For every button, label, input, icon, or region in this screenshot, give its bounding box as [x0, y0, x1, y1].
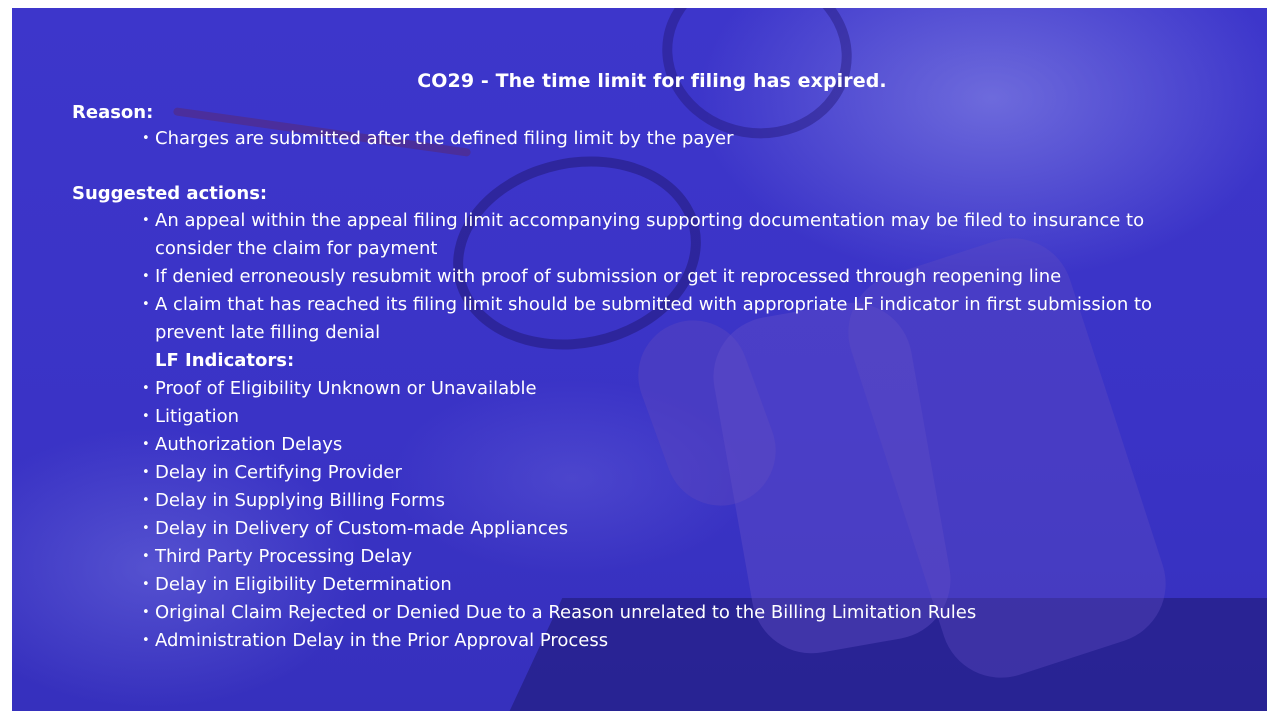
bullet-icon: •	[142, 213, 150, 228]
bullet-icon: •	[142, 437, 150, 452]
bullet-icon: •	[142, 605, 150, 620]
bullet-icon: •	[142, 131, 150, 146]
bullet-icon: •	[142, 269, 150, 284]
suggested-actions-list: • An appeal within the appeal filing limi…	[140, 207, 1220, 655]
slide-content: CO29 - The time limit for filing has exp…	[12, 8, 1267, 711]
bullet-icon: •	[142, 549, 150, 564]
slide: CO29 - The time limit for filing has exp…	[12, 8, 1267, 711]
lf-indicator-item: • Delay in Supplying Billing Forms	[140, 487, 1220, 515]
reason-heading: Reason:	[72, 102, 154, 123]
lf-indicator-item: • Administration Delay in the Prior Appro…	[140, 627, 1220, 655]
bullet-icon: •	[142, 297, 150, 312]
slide-title: CO29 - The time limit for filing has exp…	[417, 70, 887, 92]
bullet-icon: •	[142, 577, 150, 592]
lf-indicator-item: • Proof of Eligibility Unknown or Unavail…	[140, 375, 1220, 403]
list-item: • A claim that has reached its filing lim…	[140, 291, 1220, 347]
lf-indicator-item: • Third Party Processing Delay	[140, 543, 1220, 571]
bullet-icon: •	[142, 465, 150, 480]
bullet-icon: •	[142, 633, 150, 648]
bullet-icon: •	[142, 521, 150, 536]
lf-indicator-item: • Delay in Certifying Provider	[140, 459, 1220, 487]
list-item: • Charges are submitted after the defined…	[140, 125, 1220, 153]
bullet-icon: •	[142, 409, 150, 424]
lf-indicator-item: • Litigation	[140, 403, 1220, 431]
reason-list: • Charges are submitted after the defined…	[140, 125, 1220, 153]
bullet-icon: •	[142, 493, 150, 508]
lf-indicator-item: • Delay in Delivery of Custom-made Applia…	[140, 515, 1220, 543]
lf-indicators-heading: LF Indicators:	[155, 350, 295, 371]
lf-indicator-item: • Authorization Delays	[140, 431, 1220, 459]
bullet-icon: •	[142, 381, 150, 396]
lf-indicator-item: • Original Claim Rejected or Denied Due t…	[140, 599, 1220, 627]
list-item: • An appeal within the appeal filing limi…	[140, 207, 1220, 263]
list-item: • If denied erroneously resubmit with pro…	[140, 263, 1220, 291]
suggested-actions-heading: Suggested actions:	[72, 183, 268, 204]
lf-indicator-item: • Delay in Eligibility Determination	[140, 571, 1220, 599]
